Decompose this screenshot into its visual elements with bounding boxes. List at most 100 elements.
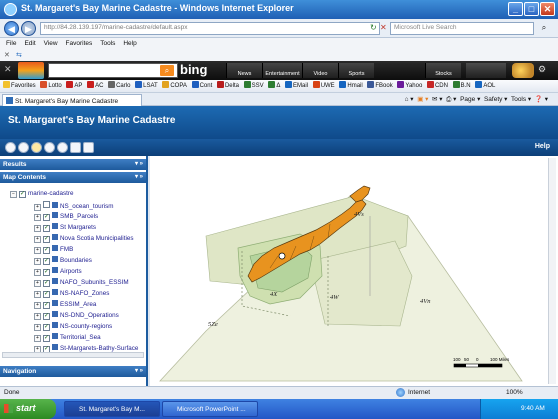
menu-view[interactable]: View: [44, 38, 58, 50]
expand-node-icon[interactable]: +: [34, 269, 41, 276]
browser-tab[interactable]: St. Margaret's Bay Marine Cadastre: [2, 94, 142, 106]
fav-item[interactable]: Hmail: [339, 80, 363, 93]
fav-item[interactable]: B.N: [452, 80, 471, 93]
layer-checkbox[interactable]: ✓: [43, 247, 50, 254]
close-bing-icon[interactable]: ✕: [4, 64, 12, 75]
map-contents-panel-header[interactable]: Map Contents ▾ »: [0, 172, 146, 183]
layer-item[interactable]: + ✓ NAFO_Subunits_ESSIM: [34, 278, 129, 289]
expand-node-icon[interactable]: +: [34, 236, 41, 243]
fav-item[interactable]: AP: [66, 80, 82, 93]
layer-checkbox[interactable]: ✓: [43, 291, 50, 298]
expand-node-icon[interactable]: +: [34, 204, 41, 211]
close-toolbar-icon[interactable]: ✕: [4, 51, 10, 59]
url-field[interactable]: http://84.28.139.197/marine-cadastre/def…: [40, 22, 380, 35]
expand-node-icon[interactable]: +: [34, 225, 41, 232]
back-button[interactable]: ◀: [4, 21, 19, 36]
fav-item[interactable]: SSV: [243, 80, 264, 93]
bing-search-input[interactable]: [48, 63, 178, 78]
fav-item[interactable]: EMail: [285, 80, 308, 93]
map-scrollbar[interactable]: [548, 158, 556, 384]
layer-item[interactable]: + ✓ Airports: [34, 267, 82, 278]
help-link[interactable]: Help: [535, 143, 550, 150]
collapse-icon[interactable]: ▾ »: [135, 159, 143, 170]
fav-item[interactable]: COPA: [162, 80, 187, 93]
expand-node-icon[interactable]: +: [34, 291, 41, 298]
layer-checkbox[interactable]: ✓: [43, 324, 50, 331]
layer-checkbox[interactable]: ✓: [43, 335, 50, 342]
bing-tab-entertainment[interactable]: Entertainment: [262, 63, 302, 78]
zoom-in-icon[interactable]: [5, 142, 16, 153]
bing-tab-stocks[interactable]: Stocks: [425, 63, 461, 78]
taskbar-item-powerpoint[interactable]: Microsoft PowerPoint ...: [162, 401, 258, 417]
zoom-level[interactable]: 100%: [506, 389, 523, 396]
layer-checkbox[interactable]: ✓: [43, 258, 50, 265]
zoom-out-icon[interactable]: [18, 142, 29, 153]
layer-checkbox[interactable]: ✓: [43, 269, 50, 276]
forward-button[interactable]: ▶: [21, 21, 36, 36]
bing-tab-news[interactable]: News: [226, 63, 262, 78]
taskbar-item-browser[interactable]: St. Margaret's Bay M...: [64, 401, 160, 417]
results-panel-header[interactable]: Results ▾ »: [0, 159, 146, 170]
expand-node-icon[interactable]: +: [34, 280, 41, 287]
mail-icon[interactable]: ✉ ▾: [432, 96, 443, 103]
menu-edit[interactable]: Edit: [24, 38, 35, 50]
maximize-button[interactable]: □: [524, 2, 539, 16]
menu-tools[interactable]: Tools: [100, 38, 115, 50]
expand-node-icon[interactable]: +: [34, 214, 41, 221]
clock[interactable]: 9:40 AM: [521, 405, 545, 412]
navigation-panel-header[interactable]: Navigation ▾ »: [0, 366, 146, 377]
safety-menu[interactable]: Safety ▾: [484, 96, 508, 103]
minimize-button[interactable]: _: [508, 2, 523, 16]
fav-item[interactable]: Lotto: [40, 80, 62, 93]
layer-item[interactable]: + ✓ ESSIM_Area: [34, 300, 96, 311]
layer-item[interactable]: + ✓ Nova Scotia Municipalities: [34, 234, 134, 245]
layer-item[interactable]: + ✓ NS-DND_Operations: [34, 311, 119, 322]
bing-tab-video[interactable]: Video: [302, 63, 338, 78]
layer-checkbox[interactable]: ✓: [43, 302, 50, 309]
layer-item[interactable]: + ✓ NS-county-regions: [34, 322, 112, 333]
search-icon[interactable]: ⌕: [536, 22, 552, 35]
layer-item[interactable]: + ✓ Boundaries: [34, 256, 92, 267]
print-icon[interactable]: ⎙ ▾: [446, 96, 456, 103]
layer-item[interactable]: + ✓ St Margarets: [34, 223, 96, 234]
measure-icon[interactable]: [70, 142, 81, 153]
fav-item[interactable]: AC: [87, 80, 103, 93]
layer-item[interactable]: + ✓ NS-NAFO_Zones: [34, 289, 109, 300]
bing-tab-sports[interactable]: Sports: [338, 63, 374, 78]
layer-item[interactable]: + ✓ SMB_Parcels: [34, 212, 98, 223]
collapse-icon[interactable]: ▾ »: [135, 172, 143, 183]
home-icon[interactable]: ⌂ ▾: [405, 96, 414, 103]
layer-checkbox[interactable]: ✓: [43, 280, 50, 287]
layer-checkbox[interactable]: ✓: [43, 313, 50, 320]
page-menu[interactable]: Page ▾: [460, 96, 480, 103]
bing-settings-icon[interactable]: ⚙: [538, 64, 546, 75]
full-extent-icon[interactable]: [44, 142, 55, 153]
pan-icon[interactable]: [31, 142, 42, 153]
stop-icon[interactable]: ✕: [380, 23, 387, 32]
expand-node-icon[interactable]: +: [34, 313, 41, 320]
tree-horizontal-scrollbar[interactable]: [2, 352, 144, 358]
feeds-icon[interactable]: ▣ ▾: [417, 96, 428, 103]
layer-root[interactable]: − ✓ marine-cadastre: [10, 189, 74, 200]
bing-search-button[interactable]: ⌕: [160, 65, 174, 76]
expand-node-icon[interactable]: +: [34, 247, 41, 254]
expand-node-icon[interactable]: +: [34, 258, 41, 265]
fav-item[interactable]: Δ: [268, 80, 280, 93]
map-view[interactable]: 4Vs 4X 4W 4Vn 5Ze 100 50 0 100 Miles: [150, 156, 558, 386]
favorites-button[interactable]: Favorites: [3, 80, 36, 93]
fav-item[interactable]: CDN: [426, 80, 448, 93]
collapse-node-icon[interactable]: −: [10, 191, 17, 198]
collapse-icon[interactable]: ▾ »: [135, 366, 143, 377]
fav-item[interactable]: Yahoo: [397, 80, 422, 93]
expand-node-icon[interactable]: +: [34, 324, 41, 331]
menu-favorites[interactable]: Favorites: [66, 38, 93, 50]
identify-icon[interactable]: [57, 142, 68, 153]
layer-item[interactable]: + ✓ FMB: [34, 245, 73, 256]
fav-item[interactable]: FBook: [367, 80, 393, 93]
refresh-icon[interactable]: ↻: [370, 23, 377, 32]
menu-file[interactable]: File: [6, 38, 16, 50]
expand-node-icon[interactable]: +: [34, 335, 41, 342]
expand-node-icon[interactable]: +: [34, 302, 41, 309]
help-menu[interactable]: ❓ ▾: [535, 96, 548, 103]
weather-icon[interactable]: [512, 63, 534, 78]
